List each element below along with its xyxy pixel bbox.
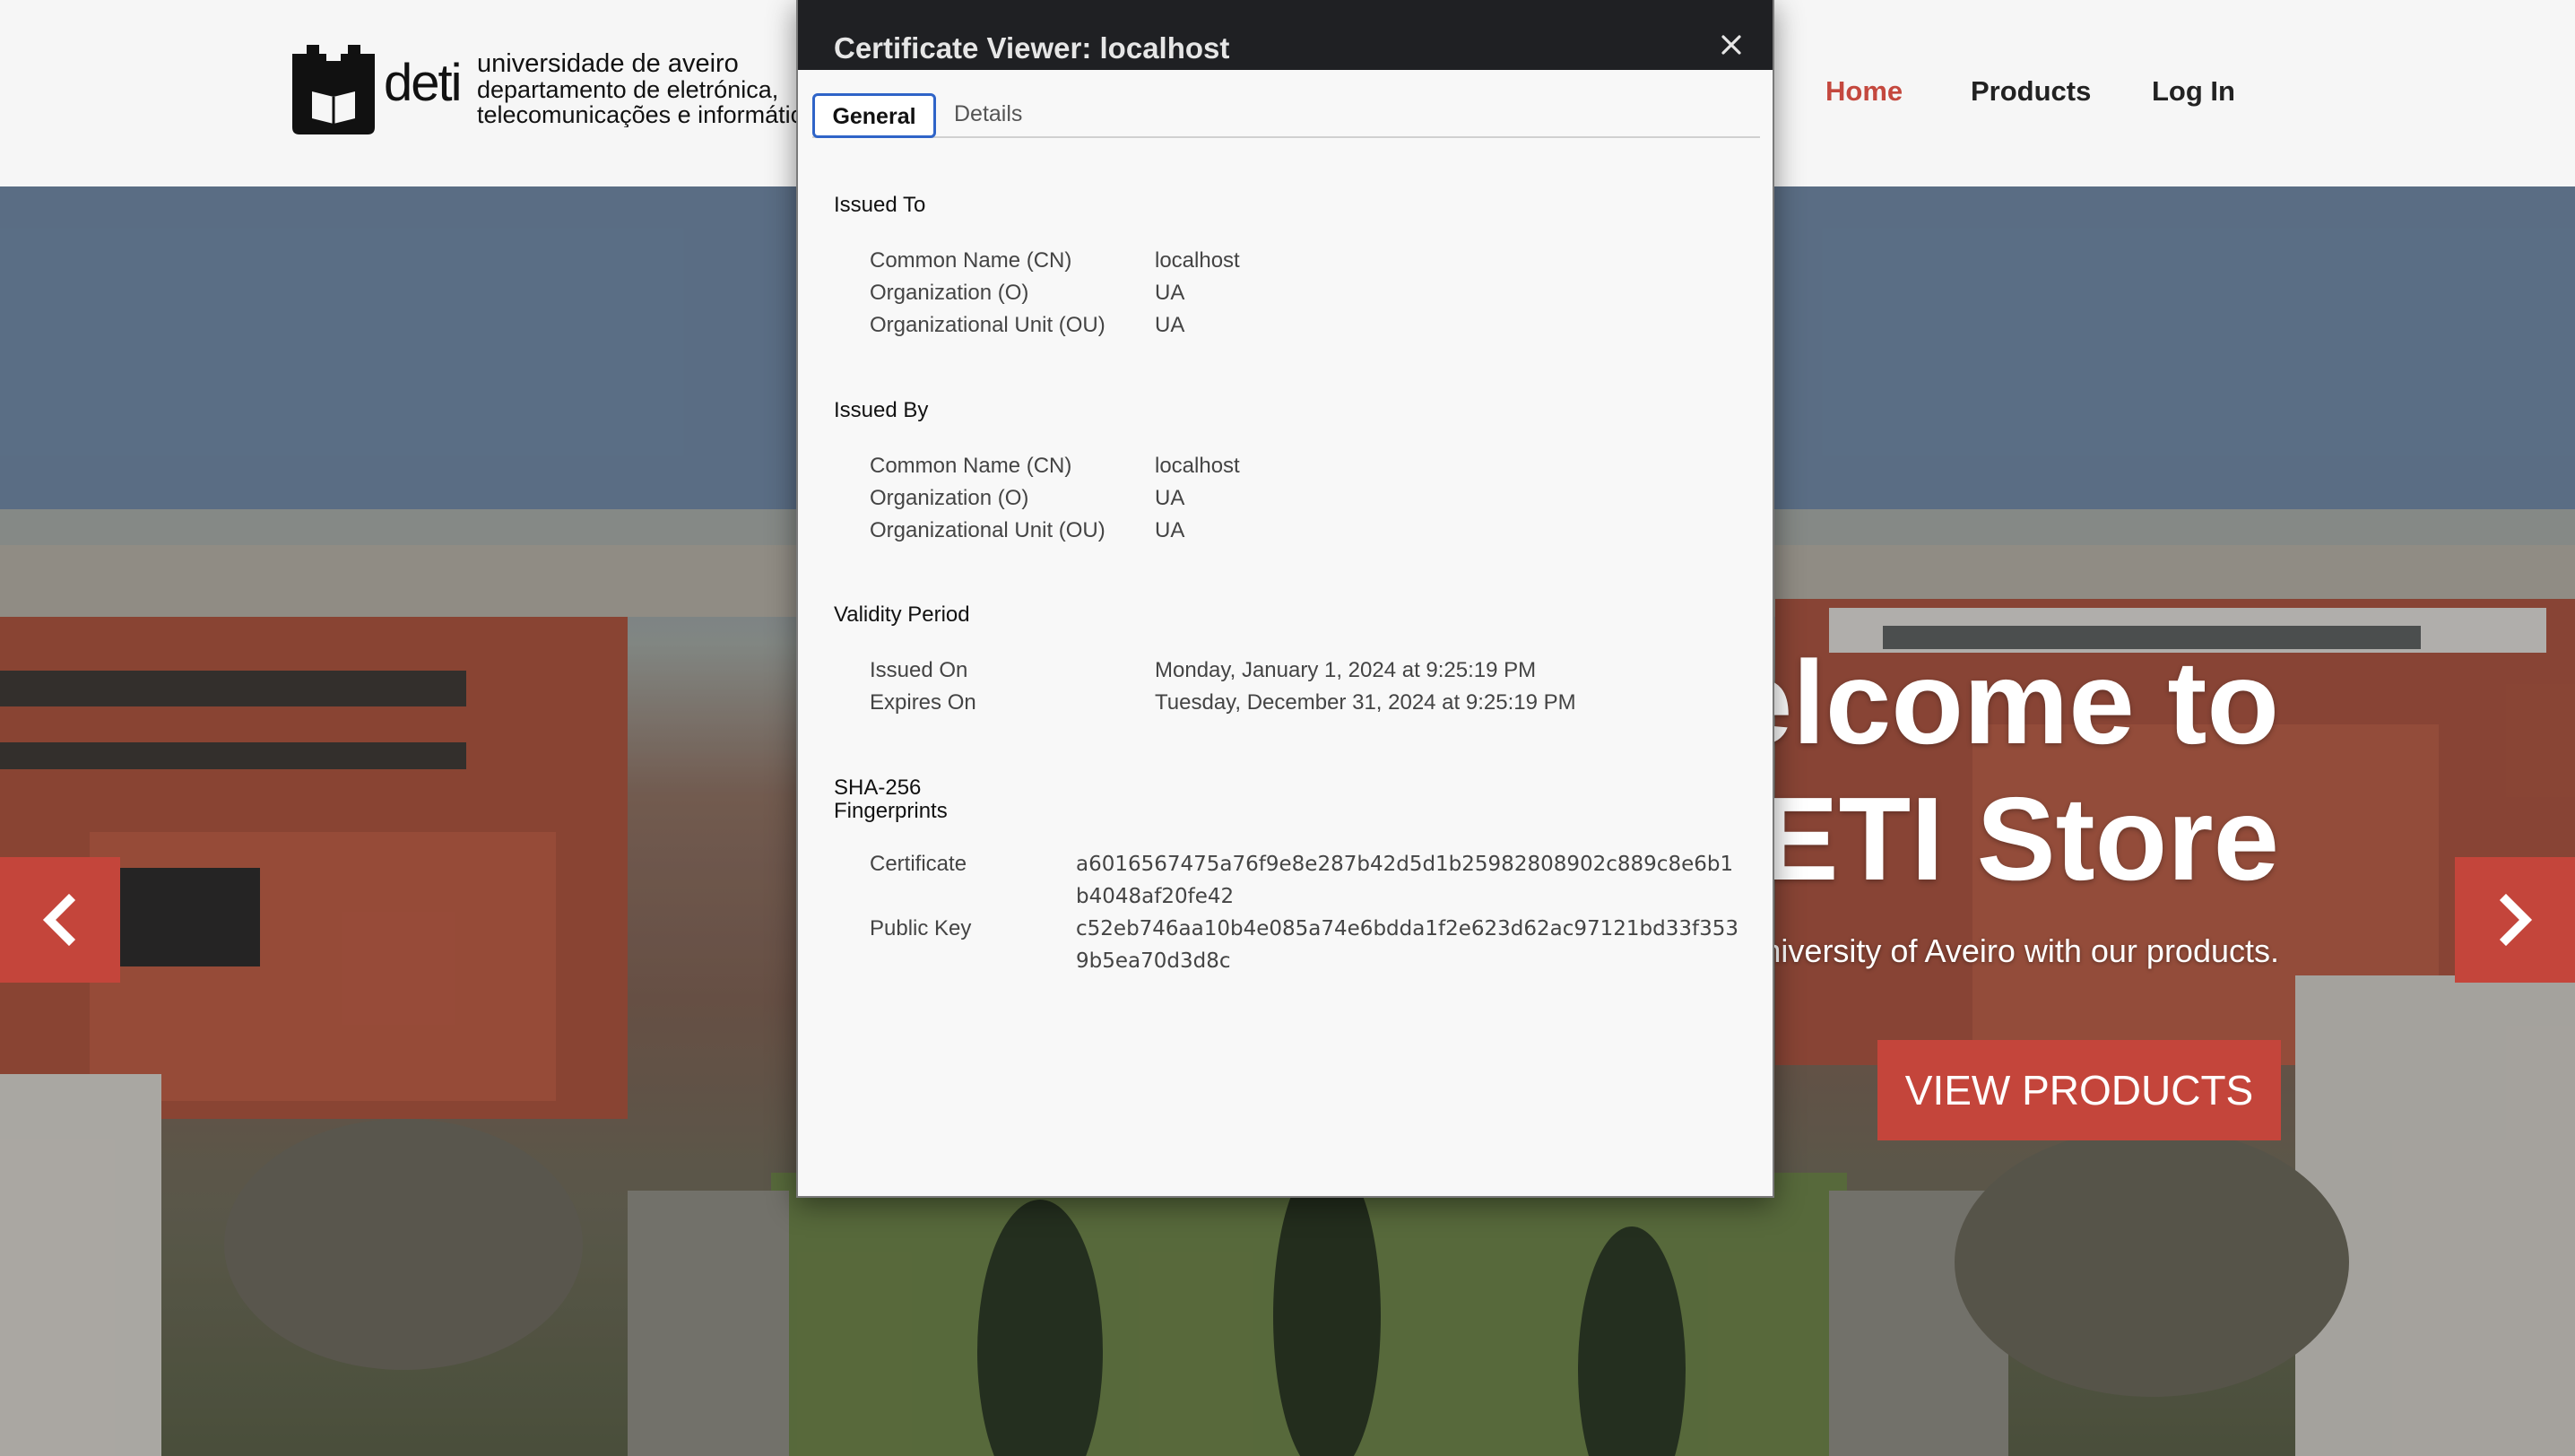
public-key-fingerprint-label: Public Key — [870, 916, 972, 940]
fingerprints-heading-line2: Fingerprints — [834, 799, 948, 823]
close-icon[interactable] — [1719, 32, 1744, 57]
issued-on-label: Issued On — [870, 658, 968, 682]
issued-to-o-value: UA — [1155, 281, 1185, 305]
certificate-fingerprint-value: a6016567475a76f9e8e287b42d5d1b2598280890… — [1076, 853, 1734, 908]
deti-castle-logo-icon — [292, 45, 375, 134]
issued-by-o-value: UA — [1155, 486, 1185, 510]
fingerprints-heading-line1: SHA-256 — [834, 776, 922, 800]
public-key-fingerprint-value: c52eb746aa10b4e085a74e6bdda1f2e623d62ac9… — [1076, 917, 1738, 973]
chevron-left-icon — [42, 893, 76, 947]
dialog-title: Certificate Viewer: localhost — [834, 31, 1230, 65]
issued-to-o-label: Organization (O) — [870, 281, 1029, 305]
carousel-next-button[interactable] — [2455, 857, 2575, 983]
issued-by-ou-label: Organizational Unit (OU) — [870, 518, 1105, 542]
logo-wordmark: deti — [384, 54, 463, 112]
logo-line-department: departamento de eletrónica, — [477, 76, 779, 103]
issued-by-ou-value: UA — [1155, 518, 1185, 542]
issued-by-heading: Issued By — [834, 398, 929, 422]
issued-to-cn-label: Common Name (CN) — [870, 248, 1072, 273]
view-products-button[interactable]: VIEW PRODUCTS — [1877, 1040, 2281, 1140]
nav-home-link[interactable]: Home — [1825, 74, 1903, 109]
nav-products-link[interactable]: Products — [1971, 74, 2091, 109]
logo-line-department-cont: telecomunicações e informática — [477, 101, 803, 127]
dialog-titlebar: Certificate Viewer: localhost — [798, 0, 1773, 70]
chevron-right-icon — [2499, 893, 2533, 947]
nav-login-link[interactable]: Log In — [2152, 74, 2235, 109]
issued-by-cn-value: localhost — [1155, 454, 1240, 478]
logo-text: universidade de aveiro departamento de e… — [477, 50, 803, 127]
logo-line-university: universidade de aveiro — [477, 50, 739, 78]
validity-heading: Validity Period — [834, 602, 970, 627]
issued-on-value: Monday, January 1, 2024 at 9:25:19 PM — [1155, 658, 1537, 682]
deti-logo[interactable]: deti universidade de aveiro departamento… — [292, 45, 803, 143]
issued-by-o-label: Organization (O) — [870, 486, 1029, 510]
tab-general[interactable]: General — [812, 93, 936, 138]
carousel-prev-button[interactable] — [0, 857, 120, 983]
issued-to-heading: Issued To — [834, 193, 926, 217]
issued-to-ou-value: UA — [1155, 313, 1185, 337]
certificate-fingerprint-label: Certificate — [870, 852, 967, 876]
expires-on-label: Expires On — [870, 690, 976, 715]
dialog-tabs: General Details — [812, 93, 1760, 138]
issued-to-ou-label: Organizational Unit (OU) — [870, 313, 1105, 337]
expires-on-value: Tuesday, December 31, 2024 at 9:25:19 PM — [1155, 690, 1576, 715]
fingerprints-heading: SHA-256 Fingerprints — [834, 776, 948, 823]
tab-details[interactable]: Details — [954, 93, 1022, 138]
issued-by-cn-label: Common Name (CN) — [870, 454, 1072, 478]
issued-to-cn-value: localhost — [1155, 248, 1240, 273]
certificate-viewer-dialog: Certificate Viewer: localhost General De… — [796, 0, 1774, 1198]
